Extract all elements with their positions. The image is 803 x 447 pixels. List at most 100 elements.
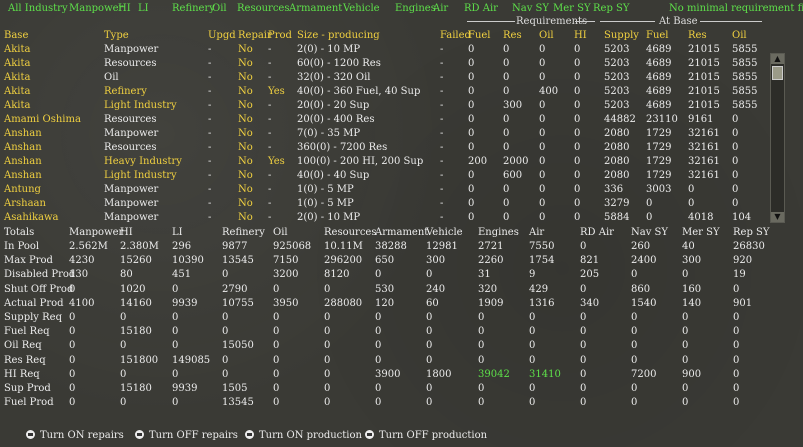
table-row[interactable]: Akita Oil - No - 32(0) - 320 Oil - 0 0 0 0 5203 4689…	[0, 71, 770, 85]
stats-cell: 0	[529, 354, 536, 366]
table-row[interactable]: Anshan Light Industry - No - 40(0) - 40 Sup - 0…	[0, 169, 770, 183]
cell-rres: 0	[503, 72, 510, 83]
action-turn-off-production-button[interactable]: Turn OFF production	[365, 430, 487, 441]
filter-refinery[interactable]: Refinery	[172, 3, 215, 14]
cell-supply: 5203	[604, 86, 630, 97]
col-header-oil[interactable]: Oil	[539, 30, 554, 41]
scroll-down-icon[interactable]: ▼	[771, 212, 784, 222]
stats-cell: 0	[69, 397, 76, 409]
table-scrollbar[interactable]: ▲ ▼	[770, 53, 785, 223]
stats-col-rep-sy: Rep SY	[733, 227, 770, 238]
min-requirement-filter[interactable]: No minimal requirement filter	[669, 3, 803, 15]
col-header-fuel[interactable]: Fuel	[646, 30, 669, 41]
stats-cell: 920	[733, 255, 753, 267]
stats-row: Actual Prod 4100 14160 9939 10755 3950 288080 1…	[0, 297, 803, 311]
col-header-oil[interactable]: Oil	[732, 30, 747, 41]
scroll-thumb[interactable]	[772, 66, 783, 80]
table-row[interactable]: Asahikawa Manpower - No - 2(0) - 10 MP - 0 0 0 0 58…	[0, 211, 770, 225]
cell-oil: 0	[732, 142, 739, 153]
cell-size: 40(0) - 40 Sup	[297, 170, 370, 181]
stats-cell: 0	[631, 326, 638, 338]
cell-roil: 0	[539, 142, 546, 153]
stats-col-mer-sy: Mer SY	[682, 227, 720, 238]
action-turn-on-production-button[interactable]: Turn ON production	[245, 430, 362, 441]
cell-rfuel: 0	[468, 170, 475, 181]
table-row[interactable]: Amami Oshima Resources - No - 20(0) - 400 Res…	[0, 113, 770, 127]
filter-all-industry[interactable]: All Industry	[8, 3, 68, 14]
filter-hi[interactable]: HI	[118, 3, 131, 14]
action-turn-on-repairs-button[interactable]: Turn ON repairs	[26, 430, 124, 441]
stats-cell: 260	[631, 241, 651, 252]
stats-cell: 0	[426, 397, 433, 409]
stats-cell: 0	[529, 397, 536, 409]
cell-repair: No	[238, 142, 253, 153]
stats-cell: 2400	[631, 255, 657, 267]
stats-cell: 0	[172, 283, 179, 295]
col-header-fuel[interactable]: Fuel	[468, 30, 491, 41]
cell-upgd: -	[208, 128, 212, 139]
col-header-size-producing[interactable]: Size - producing	[297, 30, 380, 41]
cell-size: 40(0) - 360 Fuel, 40 Sup	[297, 86, 421, 97]
table-row[interactable]: Akita Light Industry - No - 20(0) - 20 Sup - 0 3…	[0, 99, 770, 113]
stats-cell: 925068	[273, 241, 312, 252]
table-row[interactable]: Anshan Manpower - No - 7(0) - 35 MP - 0 0 0 0 2080 1…	[0, 127, 770, 141]
col-header-base[interactable]: Base	[4, 30, 28, 41]
cell-failed: -	[440, 44, 444, 55]
col-header-failed[interactable]: Failed	[440, 30, 471, 41]
table-row[interactable]: Antung Manpower - No - 1(0) - 5 MP - 0 0 0 0 336 300…	[0, 183, 770, 197]
stats-cell: 15260	[120, 255, 152, 267]
stats-cell: 0	[120, 368, 127, 380]
filter-manpower[interactable]: Manpower	[69, 3, 123, 14]
stats-row-label: Sup Prod	[4, 383, 51, 394]
filter-armament[interactable]: Armament	[289, 3, 342, 14]
col-header-res[interactable]: Res	[503, 30, 522, 41]
col-header-supply[interactable]: Supply	[604, 30, 639, 41]
table-row[interactable]: Akita Resources - No - 60(0) - 1200 Res - 0 0 0 0 5…	[0, 57, 770, 71]
filter-rep-sy[interactable]: Rep SY	[593, 3, 629, 14]
table-row[interactable]: Akita Manpower - No - 2(0) - 10 MP - 0 0 0 0 5203 46…	[0, 43, 770, 57]
table-row[interactable]: Arshaan Manpower - No - 1(0) - 5 MP - 0 0 0 0 3279 0…	[0, 197, 770, 211]
filter-mer-sy[interactable]: Mer SY	[553, 3, 591, 14]
col-header-res[interactable]: Res	[688, 30, 707, 41]
stats-cell: 0	[426, 269, 433, 281]
stats-cell: 0	[69, 368, 76, 380]
cell-prod: -	[268, 212, 272, 223]
stats-cell: 0	[69, 326, 76, 338]
stats-cell: 0	[631, 354, 638, 366]
filter-rd-air[interactable]: RD Air	[464, 3, 498, 14]
cell-size: 32(0) - 320 Oil	[297, 72, 371, 83]
action-turn-off-repairs-button[interactable]: Turn OFF repairs	[135, 430, 238, 441]
stats-cell: 0	[426, 312, 433, 323]
cell-oil: 0	[732, 156, 739, 167]
col-header-hi[interactable]: HI	[574, 30, 587, 41]
filter-air[interactable]: Air	[433, 3, 448, 14]
cell-type: Oil	[104, 72, 119, 83]
stats-cell: 0	[426, 340, 433, 352]
filter-engines[interactable]: Engines	[395, 3, 436, 14]
col-header-type[interactable]: Type	[104, 30, 129, 41]
cell-type: Resources	[104, 142, 157, 153]
filter-resources[interactable]: Resources	[237, 3, 289, 14]
cell-roil: 0	[539, 156, 546, 167]
action-label: Turn ON repairs	[40, 430, 124, 441]
filter-oil[interactable]: Oil	[212, 3, 227, 14]
stats-cell: 0	[580, 354, 587, 366]
stats-cell: 0	[69, 312, 76, 323]
cell-roil: 0	[539, 58, 546, 69]
filter-vehicle[interactable]: Vehicle	[343, 3, 380, 14]
cell-rfuel: 0	[468, 58, 475, 69]
col-header-upgd[interactable]: Upgd	[208, 30, 236, 41]
table-row[interactable]: Akita Refinery - No Yes 40(0) - 360 Fuel, 40 …	[0, 85, 770, 99]
table-row[interactable]: Anshan Resources - No - 360(0) - 7200 Res - 0 0 0…	[0, 141, 770, 155]
stats-col-air: Air	[529, 227, 545, 238]
scroll-up-icon[interactable]: ▲	[771, 54, 784, 64]
cell-type: Light Industry	[104, 170, 177, 181]
table-row[interactable]: Anshan Heavy Industry - No Yes 100(0) - 200 H…	[0, 155, 770, 169]
col-header-repair[interactable]: Repair	[238, 30, 272, 41]
col-header-prod[interactable]: Prod	[268, 30, 292, 41]
cell-failed: -	[440, 58, 444, 69]
cell-supply: 44882	[604, 114, 636, 125]
filter-nav-sy[interactable]: Nav SY	[512, 3, 549, 14]
stats-cell: 140	[682, 297, 702, 309]
filter-li[interactable]: LI	[138, 3, 149, 14]
